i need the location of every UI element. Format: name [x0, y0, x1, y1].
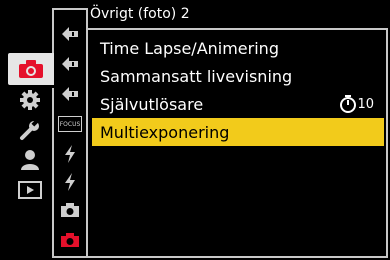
sub-tab-flash-2[interactable]: [56, 170, 84, 194]
camera-small-icon: [60, 232, 80, 248]
menu-item-label: Time Lapse/Animering: [100, 38, 279, 58]
menu-item-live-composite[interactable]: Sammansatt livevisning: [92, 62, 384, 90]
focus-label: FOCUS: [59, 120, 81, 128]
main-tab-gear[interactable]: [8, 84, 52, 116]
frame-border: [52, 88, 54, 258]
camera-small-icon: [60, 202, 80, 218]
playback-icon: [18, 181, 42, 199]
flash-icon: [63, 172, 77, 192]
main-tab-playback[interactable]: [8, 174, 52, 206]
gear-icon: [19, 89, 41, 111]
flash-icon: [63, 144, 77, 164]
menu-item-value: 10: [339, 95, 374, 113]
frame-border: [52, 8, 54, 53]
quality-icon: [60, 85, 80, 103]
camera-icon: [18, 59, 44, 79]
quality-icon: [60, 25, 80, 43]
self-timer-value: 10: [357, 96, 374, 112]
sub-tab-flash-1[interactable]: [56, 142, 84, 166]
frame-border: [52, 256, 388, 258]
frame-border: [86, 28, 388, 30]
frame-border: [386, 28, 388, 258]
menu-item-time-lapse[interactable]: Time Lapse/Animering: [92, 34, 384, 62]
sub-tab-camera-1[interactable]: [56, 198, 84, 222]
sub-tab-3[interactable]: [56, 82, 84, 106]
menu-list: Time Lapse/Animering Sammansatt livevisn…: [92, 34, 384, 146]
frame-border: [52, 8, 86, 10]
menu-item-self-timer[interactable]: Självutlösare 10: [92, 90, 384, 118]
focus-icon: FOCUS: [58, 116, 82, 132]
frame-border: [86, 8, 88, 30]
wrench-icon: [19, 119, 41, 141]
main-tab-wrench[interactable]: [8, 114, 52, 146]
menu-item-label: Sammansatt livevisning: [100, 66, 293, 86]
sub-tab-1[interactable]: [56, 22, 84, 46]
menu-item-label: Självutlösare: [100, 94, 204, 114]
quality-icon: [60, 55, 80, 73]
sub-tab-focus[interactable]: FOCUS: [56, 112, 84, 136]
page-title: Övrigt (foto) 2: [90, 6, 190, 22]
sub-tab-camera-2[interactable]: [56, 228, 84, 252]
main-tab-camera[interactable]: [8, 53, 54, 85]
sub-tab-2[interactable]: [56, 52, 84, 76]
sub-tab-divider: [86, 30, 88, 256]
person-icon: [20, 149, 40, 171]
menu-item-label: Multiexponering: [100, 122, 230, 142]
self-timer-icon: [339, 95, 357, 113]
main-tab-person[interactable]: [8, 144, 52, 176]
menu-item-multi-exposure[interactable]: Multiexponering: [92, 118, 384, 146]
